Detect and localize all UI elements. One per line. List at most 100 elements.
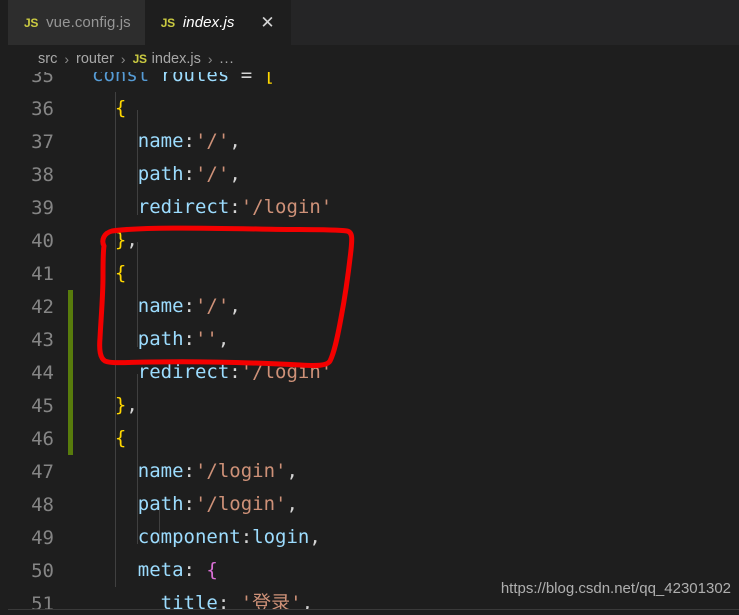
breadcrumb-item-overflow[interactable]: ... [220,51,235,67]
code-line[interactable]: 46 { [8,422,739,455]
code-token: : [183,460,195,482]
code-token: , [309,526,321,548]
indent-guide [159,506,160,544]
line-number: 49 [31,526,54,549]
activity-bar-edge [0,0,8,615]
code-text: redirect:'/login' [70,356,739,389]
indent-guide [137,374,138,544]
code-token: : [183,295,195,317]
code-token: name [137,295,184,317]
code-line[interactable]: 39 redirect:'/login' [8,191,739,224]
code-text: const routes = [ [70,72,739,92]
code-token: component [137,526,241,548]
code-line[interactable]: 41 { [8,257,739,290]
code-line[interactable]: 37 name:'/', [8,125,739,158]
git-added-marker [68,389,73,422]
code-lines: 35 const routes = [36 {37 name:'/', 38 pat… [8,72,739,609]
breadcrumb-item-index-js[interactable]: index.js [152,51,201,67]
js-file-icon: JS [24,15,39,30]
code-text: }, [70,389,739,422]
code-line[interactable]: 43 path:'', [8,323,739,356]
tab-index-js[interactable]: JS index.js ✕ [144,0,291,45]
code-token: '' [194,328,218,350]
git-added-marker [68,290,73,323]
code-line[interactable]: 40 }, [8,224,739,257]
code-editor[interactable]: 35 const routes = [36 {37 name:'/', 38 pat… [8,72,739,609]
code-token: '/' [194,163,230,185]
tab-vue-config-js[interactable]: JS vue.config.js [8,0,145,45]
code-line[interactable]: 42 name:'/', [8,290,739,323]
line-number: 45 [31,394,54,417]
code-token: } [92,229,127,251]
code-token: '/' [194,295,230,317]
code-token: , [286,460,298,482]
line-number: 41 [31,262,54,285]
breadcrumb-item-router[interactable]: router [76,51,114,67]
code-text: }, [70,224,739,257]
code-token: meta [137,559,184,581]
code-token: title [160,592,218,609]
vscode-window: JS vue.config.js JS index.js ✕ src › rou… [0,0,739,615]
code-text: { [70,92,739,125]
code-token: { [92,97,127,119]
code-token: path [137,328,184,350]
line-number: 48 [31,493,54,516]
code-token: { [92,262,127,284]
code-line[interactable]: 47 name:'/login', [8,455,739,488]
code-token: , [229,130,241,152]
code-line[interactable]: 35 const routes = [ [8,72,739,92]
code-token: const [92,72,150,86]
code-token: '/login' [194,493,287,515]
code-token: : [229,196,241,218]
watermark-url: https://blog.csdn.net/qq_42301302 [500,580,731,597]
line-number: 39 [31,196,54,219]
git-added-marker [68,356,73,389]
code-text: name:'/', [70,290,739,323]
code-token: , [229,295,241,317]
code-line[interactable]: 38 path:'/', [8,158,739,191]
code-token: '登录' [240,592,302,609]
line-number: 46 [31,427,54,450]
code-token: '/login' [240,196,333,218]
indent-guide [137,110,138,215]
js-file-icon: JS [160,15,175,30]
code-token: } [92,394,127,416]
line-number: 50 [31,559,54,582]
line-number: 37 [31,130,54,153]
code-line[interactable]: 48 path:'/login', [8,488,739,521]
code-token: path [137,493,184,515]
code-token: routes [160,72,230,86]
line-number: 35 [31,72,54,87]
code-token: redirect [137,196,230,218]
code-token: , [217,328,230,350]
code-text: name:'/', [70,125,739,158]
code-token: : [240,526,253,548]
close-icon[interactable]: ✕ [259,14,277,32]
code-token: : [183,328,195,350]
chevron-right-icon: › [120,50,126,67]
code-token: '/login' [240,361,333,383]
line-number: 40 [31,229,54,252]
code-token: , [229,163,241,185]
chevron-right-icon: › [207,50,213,67]
code-token: name [137,460,184,482]
code-token: , [286,493,298,515]
code-line[interactable]: 36 { [8,92,739,125]
code-text: path:'/', [70,158,739,191]
code-line[interactable]: 45 }, [8,389,739,422]
tab-label: vue.config.js [46,14,131,31]
breadcrumb-item-src[interactable]: src [38,51,57,67]
code-token: = [240,72,253,86]
code-text: name:'/login', [70,455,739,488]
line-number: 36 [31,97,54,120]
code-line[interactable]: 44 redirect:'/login' [8,356,739,389]
code-token: { [206,559,218,581]
code-line[interactable]: 49 component:login, [8,521,739,554]
code-token: path [137,163,184,185]
code-text: { [70,422,739,455]
line-number: 38 [31,163,54,186]
code-token: name [137,130,184,152]
git-added-marker [68,422,73,455]
